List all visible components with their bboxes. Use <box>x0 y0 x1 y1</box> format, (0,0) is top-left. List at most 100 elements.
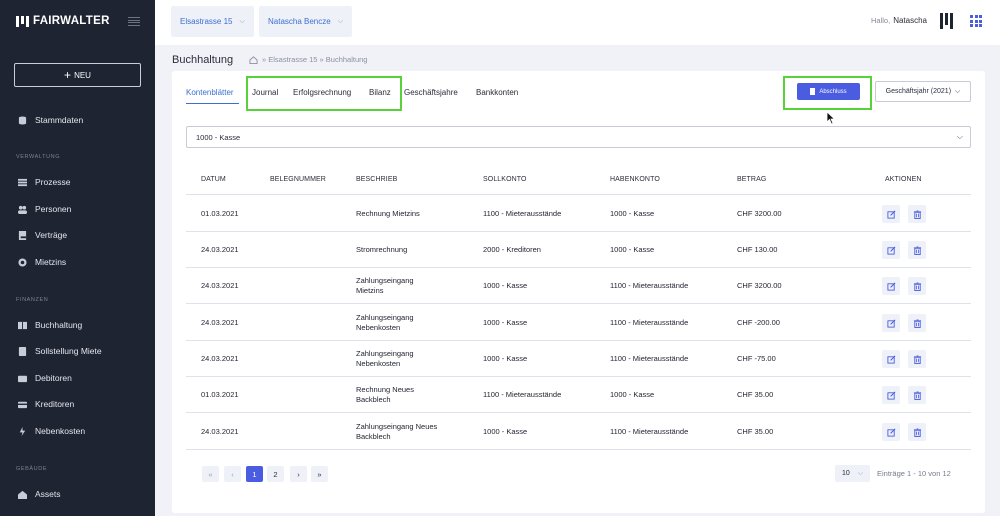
cell-betrag: CHF 35.00 <box>737 427 773 437</box>
edit-button[interactable] <box>882 386 900 404</box>
cell-betrag: CHF 3200.00 <box>737 281 782 291</box>
home-icon[interactable] <box>249 55 258 64</box>
tab-bankkonten[interactable]: Bankkonten <box>476 88 518 97</box>
edit-icon <box>886 282 895 291</box>
fiscal-year-select[interactable]: Geschäftsjahr (2021) ⌵ <box>875 81 971 102</box>
fairwalter-logo-icon[interactable] <box>940 13 953 29</box>
per-page-select[interactable]: 10 ⌵ <box>835 465 870 482</box>
chevron-down-icon: ⌵ <box>955 87 961 95</box>
edit-button[interactable] <box>882 314 900 332</box>
pagination-page-2[interactable]: 2 <box>267 466 284 482</box>
brand-logo[interactable]: FAIRWALTER <box>16 15 110 27</box>
edit-button[interactable] <box>882 350 900 368</box>
sidebar-item-buchhaltung[interactable]: Buchhaltung <box>18 320 82 330</box>
col-habenkonto[interactable]: HABENKONTO <box>610 176 660 183</box>
trash-icon <box>913 427 921 437</box>
delete-button[interactable] <box>908 350 926 368</box>
property-select[interactable]: Elsastrasse 15 ⌵ <box>171 6 254 37</box>
cell-sollkonto-text: 2000 - Kreditoren <box>483 245 541 254</box>
apps-grid-icon[interactable] <box>970 15 982 27</box>
new-button-label: NEU <box>74 70 91 80</box>
owner-select[interactable]: Natascha Bencze ⌵ <box>259 6 353 37</box>
cell-datum: 24.03.2021 <box>201 354 239 364</box>
tab-kontenblaetter[interactable]: Kontenblätter <box>186 88 234 97</box>
cell-betrag: CHF -200.00 <box>737 318 780 328</box>
pagination-prev[interactable]: ‹ <box>224 466 241 482</box>
delete-button[interactable] <box>908 386 926 404</box>
cell-habenkonto-text: 1100 - Mieterausstände <box>610 281 689 290</box>
cell-beschrieb: Stromrechnung <box>356 245 407 255</box>
collapse-sidebar-icon[interactable] <box>128 17 140 26</box>
sidebar-item-stammdaten[interactable]: Stammdaten <box>18 115 83 125</box>
section-verwaltung: VERWALTUNG <box>16 154 61 160</box>
highlight-box-abschluss <box>783 76 872 110</box>
cell-sollkonto-text: 1100 - Mieterausstände <box>483 390 562 399</box>
chevron-down-icon: ⌵ <box>956 132 963 141</box>
sidebar-item-label: Debitoren <box>35 373 72 383</box>
account-select-value: 1000 - Kasse <box>196 132 241 142</box>
col-aktionen: AKTIONEN <box>885 176 922 183</box>
pagination-page-1[interactable]: 1 <box>246 466 263 482</box>
sidebar-item-vertraege[interactable]: Verträge <box>18 230 67 240</box>
delete-button[interactable] <box>908 277 926 295</box>
edit-button[interactable] <box>882 205 900 223</box>
cell-sollkonto: 1100 - Mieterausstände <box>483 209 561 219</box>
pagination-first[interactable]: « <box>202 466 219 482</box>
cell-habenkonto: 1000 - Kasse <box>610 245 654 255</box>
col-beschrieb[interactable]: BESCHRIEB <box>356 176 397 183</box>
sidebar-item-mietzins[interactable]: Mietzins <box>18 257 66 267</box>
edit-button[interactable] <box>882 423 900 441</box>
trash-icon <box>913 390 921 400</box>
edit-icon <box>886 391 895 400</box>
pagination-next[interactable]: › <box>290 466 307 482</box>
delete-button[interactable] <box>908 241 926 259</box>
col-datum[interactable]: DATUM <box>201 176 226 183</box>
cell-habenkonto-text: 1000 - Kasse <box>610 390 655 399</box>
utility-icon <box>19 426 26 436</box>
table-row: 01.03.2021 Rechnung Mietzins 1100 - Mieter… <box>186 196 971 232</box>
sidebar-item-label: Prozesse <box>35 177 71 187</box>
account-select[interactable]: 1000 - Kasse ⌵ <box>186 126 971 148</box>
cell-betrag-text: CHF 3200.00 <box>737 209 782 218</box>
tab-geschaeftsjahre[interactable]: Geschäftsjahre <box>404 88 458 97</box>
delete-button[interactable] <box>908 314 926 332</box>
sidebar-item-personen[interactable]: Personen <box>18 204 71 214</box>
sidebar-item-assets[interactable]: Assets <box>18 489 61 499</box>
sidebar-item-debitoren[interactable]: Debitoren <box>18 373 72 383</box>
edit-button[interactable] <box>882 241 900 259</box>
cell-beschrieb: Rechnung Mietzins <box>356 209 420 219</box>
delete-button[interactable] <box>908 423 926 441</box>
col-sollkonto[interactable]: SOLLKONTO <box>483 176 527 183</box>
cell-habenkonto-text: 1100 - Mieterausstände <box>610 427 689 436</box>
cell-beschrieb-text: Rechnung Neues <box>356 385 414 394</box>
sidebar-item-label: Kreditoren <box>35 399 75 409</box>
cell-beschrieb-text: Zahlungseingang Neues <box>356 422 438 431</box>
cell-datum: 01.03.2021 <box>201 209 239 219</box>
pagination-last[interactable]: » <box>311 466 328 482</box>
col-betrag[interactable]: BETRAG <box>737 176 766 183</box>
cell-sollkonto-text: 1000 - Kasse <box>483 281 528 290</box>
sidebar-item-kreditoren[interactable]: Kreditoren <box>18 399 74 409</box>
edit-icon <box>886 428 895 437</box>
new-button[interactable]: + NEU <box>14 63 141 87</box>
col-belegnummer[interactable]: BELEGNUMMER <box>270 176 326 183</box>
delete-button[interactable] <box>908 205 926 223</box>
edit-button[interactable] <box>882 277 900 295</box>
cell-sollkonto: 1000 - Kasse <box>483 281 527 291</box>
user-name[interactable]: Natascha <box>893 16 927 25</box>
breadcrumb-path[interactable]: » Elsastrasse 15 » Buchhaltung <box>262 55 367 64</box>
sidebar-item-nebenkosten[interactable]: Nebenkosten <box>18 426 85 436</box>
edit-icon <box>886 355 895 364</box>
sidebar-item-sollstellung-miete[interactable]: Sollstellung Miete <box>18 346 102 356</box>
table-header: DATUM BELEGNUMMER BESCHRIEB SOLLKONTO HA… <box>186 167 971 195</box>
sidebar-item-label: Nebenkosten <box>35 426 86 436</box>
cell-betrag-text: CHF 35.00 <box>737 427 774 436</box>
cell-habenkonto-text: 1100 - Mieterausstände <box>610 354 689 363</box>
sidebar-item-prozesse[interactable]: Prozesse <box>18 177 70 187</box>
sidebar-item-label: Sollstellung Miete <box>35 346 102 356</box>
cell-sollkonto-text: 1100 - Mieterausstände <box>483 209 562 218</box>
cell-datum: 24.03.2021 <box>201 318 239 328</box>
highlight-box-tabs <box>246 76 402 111</box>
edit-icon <box>886 246 895 255</box>
ledger-icon <box>18 321 27 329</box>
